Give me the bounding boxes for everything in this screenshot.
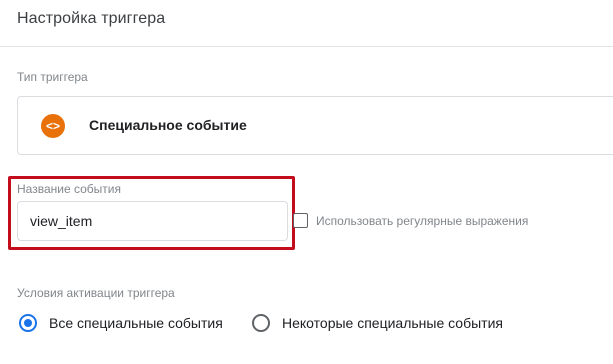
trigger-config-page: Настройка триггера Тип триггера <> Специ… (0, 0, 613, 364)
trigger-type-name: Специальное событие (89, 117, 247, 133)
regex-checkbox[interactable] (293, 213, 308, 228)
page-title: Настройка триггера (17, 10, 166, 27)
activation-conditions-label: Условия активации триггера (17, 286, 175, 300)
event-name-label: Название события (17, 182, 121, 196)
radio-all-events-label[interactable]: Все специальные события (49, 315, 223, 331)
regex-checkbox-label[interactable]: Использовать регулярные выражения (316, 214, 528, 228)
radio-some-events[interactable] (252, 314, 270, 332)
trigger-type-card[interactable]: <> Специальное событие (17, 96, 613, 155)
code-brackets-icon: <> (41, 114, 65, 138)
trigger-type-label: Тип триггера (17, 70, 88, 84)
event-name-input[interactable] (17, 201, 288, 241)
radio-all-events[interactable] (19, 314, 37, 332)
header: Настройка триггера (0, 0, 613, 47)
radio-some-events-label[interactable]: Некоторые специальные события (282, 315, 503, 331)
